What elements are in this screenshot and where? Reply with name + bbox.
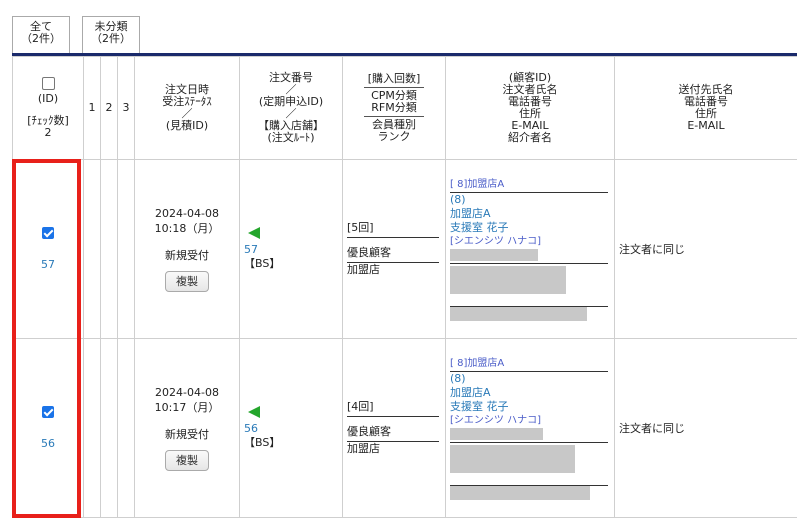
order-number-cell: 57 【BS】 <box>239 159 343 339</box>
shipping-cell: 注文者に同じ <box>614 338 797 518</box>
customer-cell: [ 8]加盟店A (8) 加盟店A 支援室 花子 [シエンシツ ハナコ] <box>445 159 615 339</box>
copy-button[interactable]: 複製 <box>165 271 209 292</box>
date-status-cell: 2024-04-08 10:17（月） 新規受付 複製 <box>134 338 240 518</box>
order-number-link[interactable]: 56 <box>244 422 258 435</box>
estimate-header-line: (見積ID) <box>165 119 209 132</box>
buy-count: [4回] <box>347 400 439 417</box>
header-divider <box>364 87 424 88</box>
purchase-header: [購入回数] CPM分類 RFM分類 会員種別 ランク <box>342 56 446 160</box>
purchase-cell: [5回] 優良顧客 加盟店 <box>342 159 446 339</box>
select-all-header: (ID) [ﾁｪｯｸ数] 2 <box>12 56 84 160</box>
order-time: 10:18（月） <box>154 222 220 235</box>
redacted-address <box>450 444 575 473</box>
customer-cell: [ 8]加盟店A (8) 加盟店A 支援室 花子 [シエンシツ ハナコ] <box>445 338 615 518</box>
col-3-cell <box>117 338 135 518</box>
col-2-cell <box>100 159 118 339</box>
col-1-cell <box>83 338 101 518</box>
purchase-cell: [4回] 優良顧客 加盟店 <box>342 338 446 518</box>
route-header: (注文ﾙｰﾄ) <box>267 131 315 144</box>
table-row: 57 2024-04-08 10:18（月） 新規受付 複製 57 【BS】 [… <box>12 159 797 339</box>
row-checkbox[interactable] <box>42 406 54 418</box>
order-id-link[interactable]: 56 <box>41 437 55 450</box>
row-checkbox[interactable] <box>42 227 54 239</box>
redacted-email <box>450 485 590 500</box>
date-header: 注文日時 受注ｽﾃｰﾀｽ ／ (見積ID) <box>134 56 240 160</box>
table-header-row: (ID) [ﾁｪｯｸ数] 2 1 2 3 注文日時 受注ｽﾃｰﾀｽ ／ (見積I… <box>12 56 797 160</box>
customer-kana: [シエンシツ ハナコ] <box>450 235 541 247</box>
buy-count-header: [購入回数] <box>367 72 421 85</box>
id-header-label: (ID) <box>37 92 59 105</box>
tab-uncategorized[interactable]: 未分類 （2件） <box>82 16 140 53</box>
order-id-link[interactable]: 57 <box>41 258 55 271</box>
order-date: 2024-04-08 <box>155 207 219 220</box>
order-header: 注文番号 ／ (定期申込ID) ／ 【購入店舗】 (注文ﾙｰﾄ) <box>239 56 343 160</box>
rank-header: ランク <box>377 130 411 143</box>
buy-count: [5回] <box>347 221 439 238</box>
referrer-header: 紹介者名 <box>508 131 552 144</box>
col-2-cell <box>100 338 118 518</box>
flag-icon <box>248 406 260 418</box>
date-status-cell: 2024-04-08 10:18（月） 新規受付 複製 <box>134 159 240 339</box>
order-route: 【BS】 <box>244 257 281 270</box>
row-select-cell: 56 <box>12 338 84 518</box>
order-time: 10:17（月） <box>154 401 220 414</box>
customer-store: 加盟店A <box>450 385 491 399</box>
order-status: 新規受付 <box>165 428 209 441</box>
order-date: 2024-04-08 <box>155 386 219 399</box>
col-3-cell <box>117 159 135 339</box>
customer-header: (顧客ID) 注文者氏名 電話番号 住所 E-MAIL 紹介者名 <box>445 56 615 160</box>
customer-store: 加盟店A <box>450 206 491 220</box>
row-select-cell: 57 <box>12 159 84 339</box>
redacted-address <box>450 265 566 294</box>
col-3-header: 3 <box>117 56 135 160</box>
customer-id-link[interactable]: (8) <box>450 372 614 386</box>
store-link[interactable]: [ 8]加盟店A <box>450 357 608 372</box>
store-link[interactable]: [ 8]加盟店A <box>450 178 608 193</box>
rank: 加盟店 <box>347 263 380 276</box>
table-row: 56 2024-04-08 10:17（月） 新規受付 複製 56 【BS】 [… <box>12 338 797 518</box>
copy-button[interactable]: 複製 <box>165 450 209 471</box>
customer-id-link[interactable]: (8) <box>450 193 614 207</box>
customer-kana: [シエンシツ ハナコ] <box>450 414 541 426</box>
check-count-value: 2 <box>44 126 52 139</box>
select-all-checkbox[interactable] <box>41 77 55 90</box>
ship-email-header: E-MAIL <box>687 119 725 132</box>
flag-icon <box>248 227 260 239</box>
member-type: 優良顧客 <box>347 246 439 263</box>
redacted-phone <box>450 248 538 261</box>
order-number-link[interactable]: 57 <box>244 243 258 256</box>
tab-all-count: （2件） <box>21 32 61 45</box>
shipping-header: 送付先氏名 電話番号 住所 E-MAIL <box>614 56 797 160</box>
divider <box>450 441 608 443</box>
col-1-header: 1 <box>83 56 101 160</box>
customer-name-link[interactable]: 支援室 花子 <box>450 400 614 414</box>
tab-uncategorized-count: （2件） <box>91 32 131 45</box>
redacted-email <box>450 306 587 321</box>
order-status: 新規受付 <box>165 249 209 262</box>
shipping-cell: 注文者に同じ <box>614 159 797 339</box>
header-divider <box>364 116 424 117</box>
order-route: 【BS】 <box>244 436 281 449</box>
divider <box>450 262 608 264</box>
tab-all[interactable]: 全て （2件） <box>12 16 70 53</box>
order-number-cell: 56 【BS】 <box>239 338 343 518</box>
col-2-header: 2 <box>100 56 118 160</box>
order-table: (ID) [ﾁｪｯｸ数] 2 1 2 3 注文日時 受注ｽﾃｰﾀｽ ／ (見積I… <box>12 56 797 518</box>
member-type: 優良顧客 <box>347 425 439 442</box>
rank: 加盟店 <box>347 442 380 455</box>
col-1-cell <box>83 159 101 339</box>
redacted-phone <box>450 427 543 440</box>
rfm-header: RFM分類 <box>371 101 417 114</box>
customer-name-link[interactable]: 支援室 花子 <box>450 221 614 235</box>
